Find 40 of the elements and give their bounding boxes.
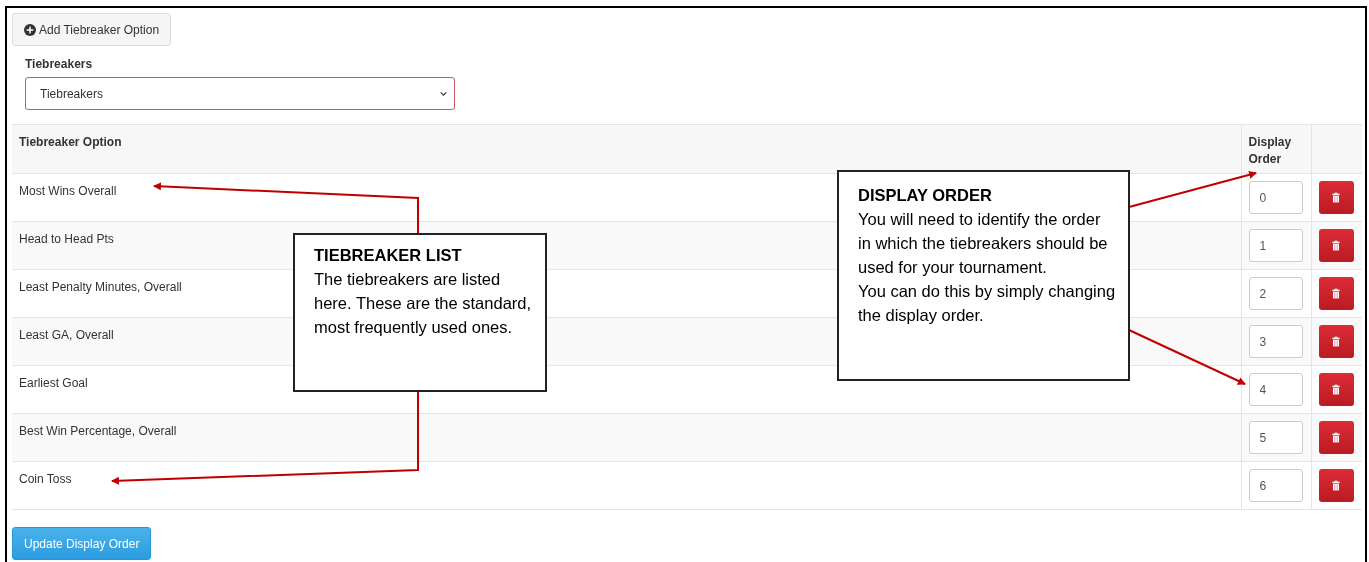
trash-icon (1330, 431, 1342, 444)
tiebreaker-name: Least GA, Overall (19, 328, 114, 342)
callout-text: You will need to identify the order in which the tiebreakers should be used for your tournament. (858, 209, 1109, 278)
display-order-field[interactable]: 5 (1248, 421, 1303, 454)
tiebreaker-name: Earliest Goal (19, 376, 88, 390)
delete-button[interactable] (1318, 421, 1354, 454)
display-order-field[interactable]: 6 (1248, 469, 1303, 502)
display-order-field[interactable]: 4 (1248, 373, 1303, 406)
tiebreaker-name: Best Win Percentage, Overall (19, 424, 177, 438)
delete-button[interactable] (1318, 325, 1354, 358)
display-order-field[interactable]: 2 (1248, 277, 1303, 310)
display-order-field[interactable]: 3 (1248, 325, 1303, 358)
delete-button[interactable] (1318, 469, 1354, 502)
trash-icon (1330, 479, 1342, 492)
delete-button[interactable] (1318, 229, 1354, 262)
chevron-down-icon (439, 89, 448, 98)
column-header: Tiebreaker Option (19, 135, 122, 149)
add-tiebreaker-button[interactable]: Add Tiebreaker Option (12, 13, 172, 46)
display-order-field[interactable]: 1 (1248, 229, 1303, 262)
trash-icon (1330, 383, 1342, 396)
tiebreakers-select[interactable]: Tiebreakers (25, 77, 455, 110)
callout-title: TIEBREAKER LIST (314, 245, 463, 266)
trash-icon (1330, 239, 1342, 252)
trash-icon (1330, 287, 1342, 300)
delete-button[interactable] (1318, 373, 1354, 406)
callout-text: You can do this by simply changing the display order. (858, 281, 1116, 326)
trash-icon (1330, 335, 1342, 348)
delete-button[interactable] (1318, 277, 1354, 310)
display-order-field[interactable]: 0 (1248, 181, 1303, 214)
callout-text: The tiebreakers are listed here. These are the standard, most frequently used ones. (314, 269, 533, 338)
tiebreaker-name: Coin Toss (19, 472, 72, 486)
trash-icon (1330, 191, 1342, 204)
plus-circle-icon (24, 23, 36, 36)
tiebreaker-name: Most Wins Overall (19, 184, 117, 198)
tiebreaker-name: Least Penalty Minutes, Overall (19, 280, 182, 294)
delete-button[interactable] (1318, 181, 1354, 214)
column-header: Display Order (1248, 135, 1292, 166)
tiebreaker-name: Head to Head Pts (19, 232, 114, 246)
callout-title: DISPLAY ORDER (858, 185, 993, 206)
field-label: Tiebreakers (25, 56, 94, 72)
